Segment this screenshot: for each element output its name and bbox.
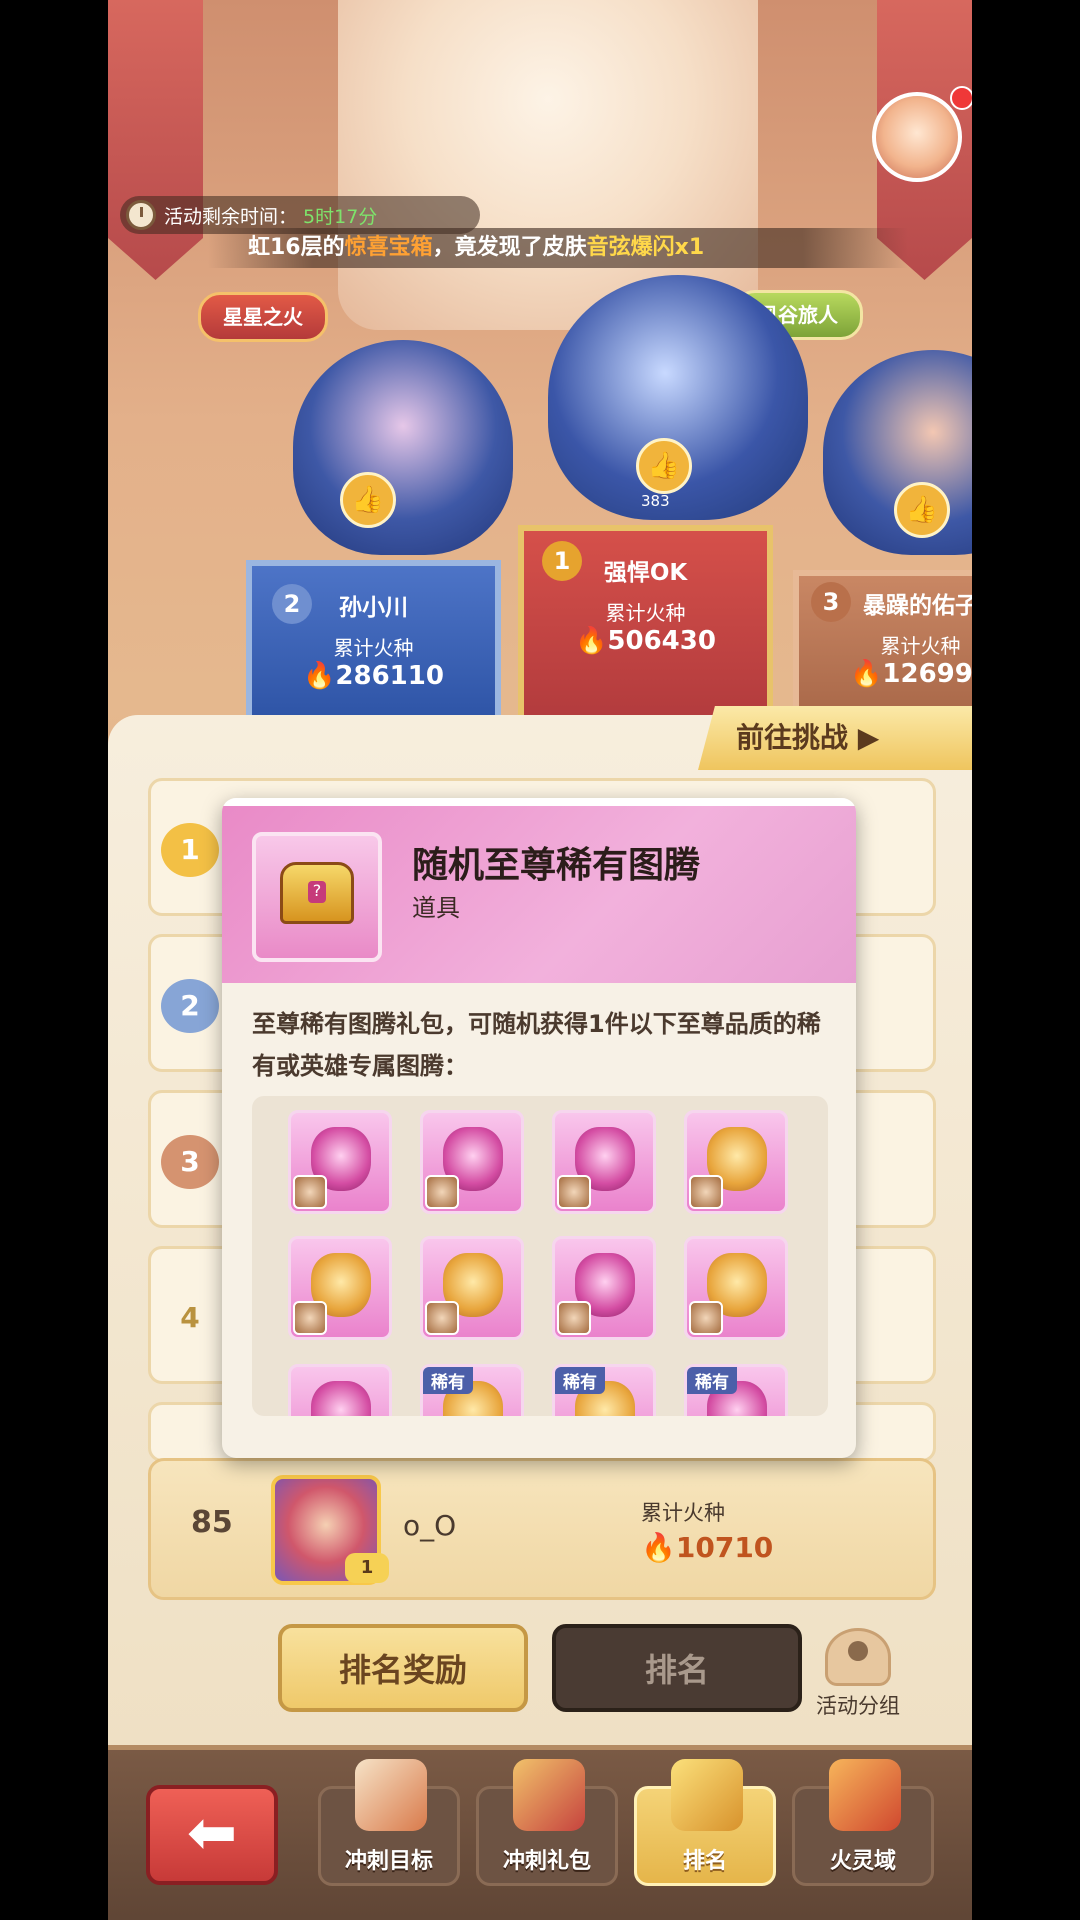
mask-icon [311,1381,371,1416]
totem-item[interactable] [552,1236,656,1340]
hero-thumb [293,1175,327,1209]
modal-overlay[interactable]: 随机至尊稀有图腾 道具 至尊稀有图腾礼包，可随机获得1件以下至尊品质的稀有或英雄… [108,0,972,1920]
item-detail-popup: 随机至尊稀有图腾 道具 至尊稀有图腾礼包，可随机获得1件以下至尊品质的稀有或英雄… [222,798,856,1458]
hero-thumb [293,1301,327,1335]
totem-item[interactable] [420,1236,524,1340]
game-screen: 活动剩余时间： 5时17分 虹16层的惊喜宝箱，竟发现了皮肤音弦爆闪x1 星星之… [108,0,972,1920]
treasure-chest-icon [280,862,354,924]
item-type: 道具 [412,894,460,922]
hero-thumb [557,1175,591,1209]
rare-tag: 稀有 [423,1367,473,1394]
hero-thumb [425,1301,459,1335]
hero-thumb [557,1301,591,1335]
totem-item[interactable] [288,1110,392,1214]
totem-item[interactable] [288,1236,392,1340]
item-icon [252,832,382,962]
hero-thumb [689,1301,723,1335]
totem-item[interactable]: 稀有 [684,1364,788,1416]
hero-thumb [425,1175,459,1209]
totem-item[interactable] [684,1236,788,1340]
hero-thumb [689,1175,723,1209]
totem-grid[interactable]: 稀有 稀有 稀有 [252,1096,828,1416]
totem-item[interactable]: 稀有 [420,1364,524,1416]
rare-tag: 稀有 [555,1367,605,1394]
rare-tag: 稀有 [687,1367,737,1394]
totem-item[interactable] [684,1110,788,1214]
totem-item[interactable]: 稀有 [552,1364,656,1416]
totem-item[interactable] [288,1364,392,1416]
totem-item[interactable] [552,1110,656,1214]
item-name: 随机至尊稀有图腾 [412,845,701,886]
totem-item[interactable] [420,1110,524,1214]
item-description: 至尊稀有图腾礼包，可随机获得1件以下至尊品质的稀有或英雄专属图腾： [252,1010,821,1080]
popup-header: 随机至尊稀有图腾 道具 [222,798,856,983]
